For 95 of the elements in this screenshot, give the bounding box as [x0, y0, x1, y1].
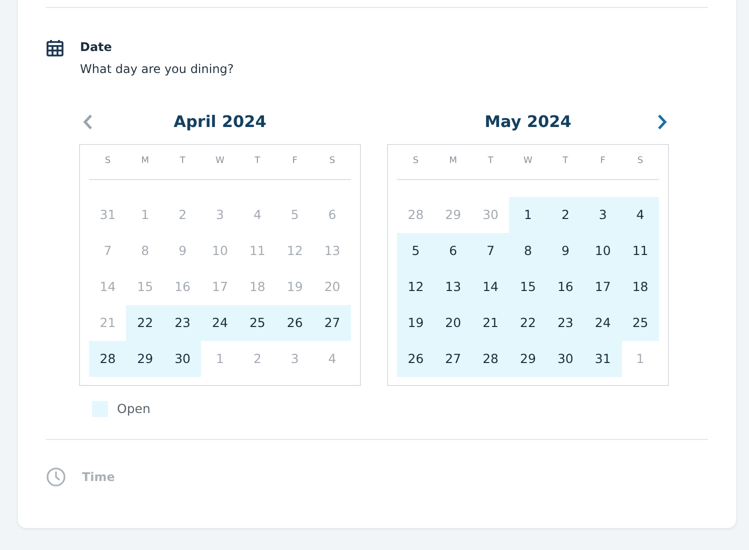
day-cell[interactable]: 9	[546, 233, 584, 269]
day-cell[interactable]: 2	[546, 197, 584, 233]
day-cell[interactable]: 7	[472, 233, 510, 269]
day-cell[interactable]: 17	[584, 269, 622, 305]
day-cell[interactable]: 26	[276, 305, 314, 341]
day-cell[interactable]: 10	[584, 233, 622, 269]
day-cell-text: 12	[286, 242, 304, 260]
weekday-label: S	[328, 155, 336, 168]
weekday-label: W	[214, 155, 226, 168]
weekday-label: M	[140, 155, 150, 168]
weekday-label: T	[254, 155, 262, 168]
calendar-icon	[46, 39, 64, 57]
weekday-label: W	[522, 155, 534, 168]
day-cell[interactable]: 1	[509, 197, 547, 233]
day-cell[interactable]: 26	[397, 341, 434, 377]
day-cell[interactable]: 25	[238, 305, 276, 341]
day-cell-text: 1	[635, 350, 646, 368]
weekday-label: M	[448, 155, 458, 168]
day-cell[interactable]: 30	[546, 341, 584, 377]
day-cell[interactable]: 3	[584, 197, 622, 233]
day-cell[interactable]: 25	[622, 305, 659, 341]
day-cell[interactable]: 4	[622, 197, 659, 233]
day-cell-text: 20	[323, 278, 342, 296]
weekday-label: S	[104, 155, 112, 168]
day-cell-text: 4	[327, 350, 338, 368]
chevron-left-icon	[83, 114, 93, 130]
day-cell-text: 1	[140, 206, 150, 224]
day-cell[interactable]: 19	[397, 305, 434, 341]
day-cell[interactable]: 5	[397, 233, 434, 269]
day-cell-text: 3	[215, 206, 225, 224]
section-title: Date	[80, 39, 113, 56]
day-cell-text: 19	[286, 278, 304, 296]
month-title: May 2024	[484, 111, 572, 133]
day-cell[interactable]: 22	[509, 305, 547, 341]
day-cell-text: 10	[211, 242, 229, 260]
day-cell-text: 29	[444, 206, 462, 224]
day-cell-text: 1	[215, 350, 225, 368]
day-cell[interactable]: 23	[164, 305, 202, 341]
day-cell[interactable]: 11	[622, 233, 659, 269]
legend-label: Open	[117, 400, 150, 418]
day-cell[interactable]: 27	[314, 305, 351, 341]
weekday-label: F	[291, 155, 298, 168]
day-cell[interactable]: 6	[434, 233, 472, 269]
day-cell-text: 5	[290, 206, 300, 224]
day-cell-text: 15	[136, 278, 154, 296]
weekday-label: T	[486, 155, 494, 168]
day-cell[interactable]: 12	[397, 269, 434, 305]
day-cell-text: 31	[98, 206, 117, 224]
day-cell[interactable]: 31	[584, 341, 622, 377]
day-cell-text: 21	[98, 314, 117, 332]
day-cell[interactable]: 28	[472, 341, 510, 377]
day-cell[interactable]: 20	[434, 305, 472, 341]
section-title: Time	[82, 468, 115, 486]
day-cell-text: 30	[482, 206, 500, 224]
day-cell[interactable]: 15	[509, 269, 547, 305]
legend-swatch	[92, 401, 108, 418]
day-cell[interactable]: 30	[164, 341, 202, 377]
day-cell-text: 18	[248, 278, 266, 296]
day-cell[interactable]: 8	[509, 233, 547, 269]
day-cell[interactable]: 18	[622, 269, 659, 305]
day-cell[interactable]: 22	[126, 305, 164, 341]
day-cell[interactable]: 24	[201, 305, 239, 341]
day-cell[interactable]: 14	[472, 269, 510, 305]
day-cell-text: 2	[252, 350, 262, 368]
day-cell[interactable]: 16	[546, 269, 584, 305]
day-cell[interactable]: 29	[126, 341, 164, 377]
weekday-label: S	[412, 155, 420, 168]
day-cell-text: 16	[174, 278, 192, 296]
weekday-label: S	[636, 155, 644, 168]
day-cell[interactable]: 23	[546, 305, 584, 341]
weekday-label: T	[562, 155, 570, 168]
chevron-right-icon	[657, 114, 667, 130]
day-cell-text: 9	[178, 242, 188, 260]
section-subtitle: What day are you dining?	[80, 61, 234, 78]
day-cell-text: 28	[406, 206, 425, 224]
day-cell-text: 17	[211, 278, 229, 296]
day-cell[interactable]: 28	[89, 341, 126, 377]
day-cell-text: 2	[178, 206, 188, 224]
day-cell-text: 8	[140, 242, 150, 260]
day-cell-text: 4	[252, 206, 262, 224]
day-cell-text: 13	[323, 242, 342, 260]
day-cell-text: 11	[248, 242, 266, 260]
month-title: April 2024	[174, 111, 266, 133]
day-cell[interactable]: 21	[472, 305, 510, 341]
day-cell[interactable]: 27	[434, 341, 472, 377]
weekday-label: T	[178, 155, 186, 168]
day-cell[interactable]: 24	[584, 305, 622, 341]
day-cell[interactable]: 29	[509, 341, 547, 377]
day-cell-text: 14	[98, 278, 117, 296]
day-cell-text: 7	[102, 242, 113, 260]
day-cell[interactable]: 13	[434, 269, 472, 305]
clock-icon	[46, 466, 66, 487]
weekday-label: F	[599, 155, 606, 168]
day-cell-text: 6	[327, 206, 338, 224]
day-cell-text: 3	[290, 350, 300, 368]
